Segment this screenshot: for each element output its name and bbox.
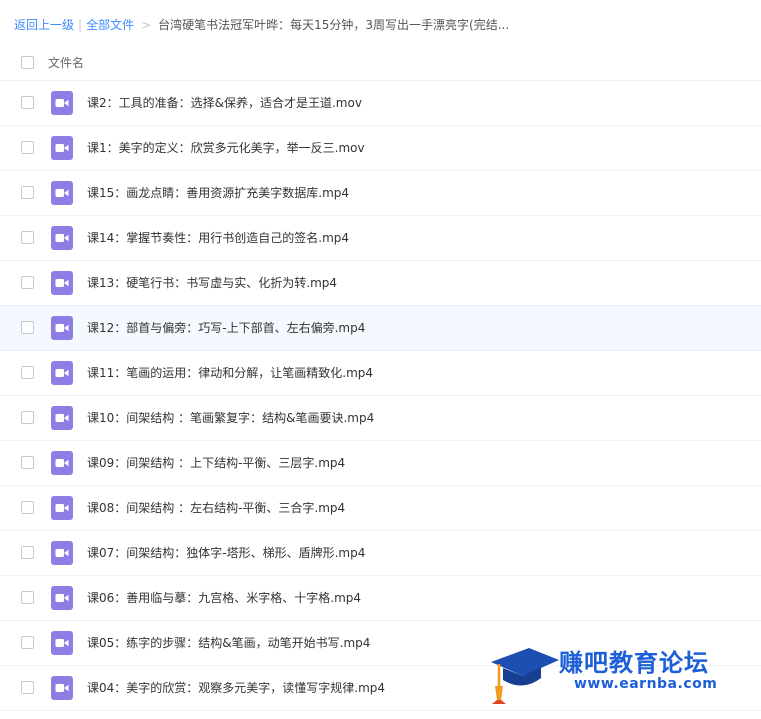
file-row[interactable]: 课1：美字的定义：欣赏多元化美字，举一反三.mov (0, 126, 761, 171)
video-file-icon (51, 451, 73, 475)
watermark-logo: 赚吧教育论坛 www.earnba.com (489, 640, 749, 712)
back-link[interactable]: 返回上一级 (14, 18, 74, 32)
video-file-icon (51, 136, 73, 160)
file-checkbox[interactable] (21, 276, 34, 289)
file-checkbox[interactable] (21, 501, 34, 514)
video-file-icon (51, 496, 73, 520)
file-name[interactable]: 课1：美字的定义：欣赏多元化美字，举一反三.mov (87, 139, 365, 157)
video-file-icon (51, 226, 73, 250)
file-name[interactable]: 课07：间架结构：独体字-塔形、梯形、盾牌形.mp4 (87, 544, 365, 562)
video-file-icon (51, 316, 73, 340)
watermark-title: 赚吧教育论坛 (559, 649, 709, 677)
breadcrumb-current-folder: 台湾硬笔书法冠军叶晔：每天15分钟，3周写出一手漂亮字(完结... (158, 18, 510, 32)
video-file-icon (51, 406, 73, 430)
file-checkbox[interactable] (21, 96, 34, 109)
file-row[interactable]: 课15：画龙点睛：善用资源扩充美字数据库.mp4 (0, 171, 761, 216)
watermark-url: www.earnba.com (574, 676, 718, 692)
file-name[interactable]: 课15：画龙点睛：善用资源扩充美字数据库.mp4 (87, 184, 349, 202)
file-checkbox[interactable] (21, 591, 34, 604)
select-all-checkbox[interactable] (21, 56, 34, 69)
all-files-link[interactable]: 全部文件 (86, 18, 134, 32)
file-checkbox[interactable] (21, 141, 34, 154)
file-name[interactable]: 课05：练字的步骤：结构&笔画，动笔开始书写.mp4 (87, 634, 370, 652)
video-file-icon (51, 181, 73, 205)
file-row[interactable]: 课07：间架结构：独体字-塔形、梯形、盾牌形.mp4 (0, 531, 761, 576)
file-name[interactable]: 课12：部首与偏旁：巧写-上下部首、左右偏旁.mp4 (87, 319, 365, 337)
file-row[interactable]: 课13：硬笔行书：书写虚与实、化折为转.mp4 (0, 261, 761, 306)
file-checkbox[interactable] (21, 546, 34, 559)
column-header-filename[interactable]: 文件名 (48, 54, 84, 71)
file-checkbox[interactable] (21, 411, 34, 424)
breadcrumb-arrow: > (141, 18, 152, 32)
file-name[interactable]: 课09：间架结构 ：上下结构-平衡、三层字.mp4 (87, 454, 345, 472)
file-row[interactable]: 课06：善用临与摹：九宫格、米字格、十字格.mp4 (0, 576, 761, 621)
video-file-icon (51, 676, 73, 700)
video-file-icon (51, 271, 73, 295)
file-name[interactable]: 课11：笔画的运用：律动和分解，让笔画精致化.mp4 (87, 364, 373, 382)
file-row[interactable]: 课11：笔画的运用：律动和分解，让笔画精致化.mp4 (0, 351, 761, 396)
file-checkbox[interactable] (21, 321, 34, 334)
file-row[interactable]: 课10：间架结构 ：笔画繁复字：结构&笔画要诀.mp4 (0, 396, 761, 441)
file-name[interactable]: 课2：工具的准备：选择&保养，适合才是王道.mov (87, 94, 362, 112)
file-name[interactable]: 课14：掌握节奏性：用行书创造自己的签名.mp4 (87, 229, 349, 247)
file-row[interactable]: 课08：间架结构 ：左右结构-平衡、三合字.mp4 (0, 486, 761, 531)
breadcrumb-divider: | (78, 18, 83, 32)
breadcrumb: 返回上一级 | 全部文件 > 台湾硬笔书法冠军叶晔：每天15分钟，3周写出一手漂亮字(完… (14, 16, 509, 34)
video-file-icon (51, 586, 73, 610)
file-name[interactable]: 课04：美字的欣赏：观察多元美字，读懂写字规律.mp4 (87, 679, 385, 697)
file-name[interactable]: 课13：硬笔行书：书写虚与实、化折为转.mp4 (87, 274, 337, 292)
file-checkbox[interactable] (21, 681, 34, 694)
file-row[interactable]: 课09：间架结构 ：上下结构-平衡、三层字.mp4 (0, 441, 761, 486)
video-file-icon (51, 541, 73, 565)
file-checkbox[interactable] (21, 366, 34, 379)
graduation-cap-icon (491, 648, 559, 704)
file-name[interactable]: 课08：间架结构 ：左右结构-平衡、三合字.mp4 (87, 499, 345, 517)
video-file-icon (51, 361, 73, 385)
file-checkbox[interactable] (21, 186, 34, 199)
file-checkbox[interactable] (21, 456, 34, 469)
file-name[interactable]: 课10：间架结构 ：笔画繁复字：结构&笔画要诀.mp4 (87, 409, 374, 427)
file-name[interactable]: 课06：善用临与摹：九宫格、米字格、十字格.mp4 (87, 589, 361, 607)
video-file-icon (51, 91, 73, 115)
file-list-header: 文件名 (0, 44, 761, 81)
video-file-icon (51, 631, 73, 655)
file-list: 课2：工具的准备：选择&保养，适合才是王道.mov 课1：美字的定义：欣赏多元化… (0, 81, 761, 711)
file-row[interactable]: 课12：部首与偏旁：巧写-上下部首、左右偏旁.mp4 (0, 305, 761, 351)
file-checkbox[interactable] (21, 231, 34, 244)
file-checkbox[interactable] (21, 636, 34, 649)
file-row[interactable]: 课2：工具的准备：选择&保养，适合才是王道.mov (0, 81, 761, 126)
file-row[interactable]: 课14：掌握节奏性：用行书创造自己的签名.mp4 (0, 216, 761, 261)
